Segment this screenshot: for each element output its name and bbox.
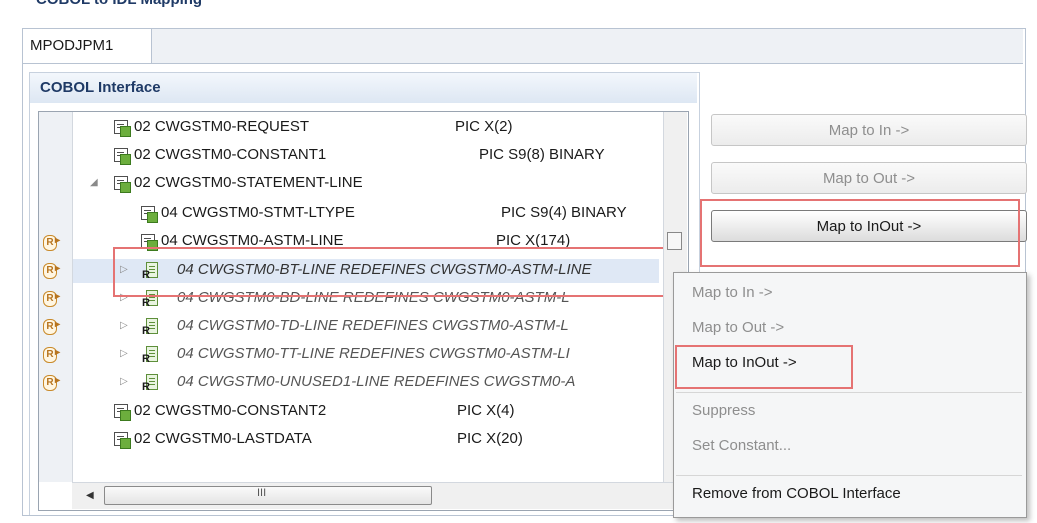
redefines-icon: R bbox=[142, 346, 158, 365]
group-icon bbox=[112, 174, 131, 193]
field-icon bbox=[112, 146, 131, 165]
menu-item-remove-from-cobol-interface[interactable]: Remove from COBOL Interface bbox=[692, 485, 901, 502]
highlight-box-selected-row bbox=[113, 247, 668, 297]
field-icon bbox=[112, 402, 131, 421]
redefine-marker-icon bbox=[42, 375, 60, 391]
tab-mpodjpm1[interactable]: MPODJPM1 bbox=[23, 29, 152, 63]
menu-item-map-to-out[interactable]: Map to Out -> bbox=[692, 319, 784, 336]
field-icon bbox=[112, 118, 131, 137]
tree-row[interactable]: ◢ 02 CWGSTM0-STATEMENT-LINE bbox=[90, 173, 662, 195]
redefine-marker-icon bbox=[42, 347, 60, 363]
editor-header: COBOL to IDL Mapping bbox=[0, 0, 1037, 10]
tab-label: MPODJPM1 bbox=[30, 37, 114, 54]
map-to-in-button[interactable]: Map to In -> bbox=[711, 114, 1027, 146]
collapse-arrow-icon[interactable]: ◢ bbox=[90, 177, 98, 188]
menu-separator bbox=[676, 392, 1022, 393]
tab-bar bbox=[23, 29, 1023, 64]
redefines-icon: R bbox=[142, 318, 158, 337]
field-icon bbox=[139, 204, 158, 223]
tree-row[interactable]: 02 CWGSTM0-LASTDATA PIC X(20) bbox=[112, 429, 662, 451]
tree-row[interactable]: ▷ R 04 CWGSTM0-TT-LINE REDEFINES CWGSTM0… bbox=[120, 344, 673, 366]
redefine-marker-icon bbox=[42, 291, 60, 307]
vertical-scrollbar-thumb[interactable] bbox=[667, 232, 682, 250]
horizontal-scrollbar-thumb[interactable]: III bbox=[104, 486, 432, 505]
tree-row[interactable]: 02 CWGSTM0-CONSTANT2 PIC X(4) bbox=[112, 401, 662, 423]
redefine-marker-icon bbox=[42, 319, 60, 335]
expand-arrow-icon[interactable]: ▷ bbox=[120, 320, 128, 331]
menu-item-map-to-in[interactable]: Map to In -> bbox=[692, 284, 772, 301]
menu-item-set-constant[interactable]: Set Constant... bbox=[692, 437, 791, 454]
highlight-box-menu-inout bbox=[675, 345, 853, 389]
tree-row[interactable]: 02 CWGSTM0-REQUEST PIC X(2) bbox=[112, 117, 662, 139]
tree-row[interactable]: ▷ R 04 CWGSTM0-UNUSED1-LINE REDEFINES CW… bbox=[120, 372, 673, 394]
scroll-grip: III bbox=[257, 487, 267, 499]
section-title: COBOL Interface bbox=[40, 79, 161, 96]
field-icon bbox=[112, 430, 131, 449]
menu-separator bbox=[676, 475, 1022, 476]
tree-row[interactable]: ▷ R 04 CWGSTM0-TD-LINE REDEFINES CWGSTM0… bbox=[120, 316, 673, 338]
highlight-box-inout-button bbox=[700, 199, 1020, 267]
cobol-tree[interactable] bbox=[38, 111, 689, 511]
menu-item-suppress[interactable]: Suppress bbox=[692, 402, 755, 419]
expand-arrow-icon[interactable]: ▷ bbox=[120, 348, 128, 359]
scroll-left-arrow-icon[interactable]: ◀ bbox=[86, 490, 94, 501]
editor-title: COBOL to IDL Mapping bbox=[36, 0, 202, 8]
redefines-icon: R bbox=[142, 374, 158, 393]
tree-row[interactable]: 02 CWGSTM0-CONSTANT1 PIC S9(8) BINARY bbox=[112, 145, 662, 167]
redefine-marker-icon bbox=[42, 235, 60, 251]
context-menu bbox=[673, 272, 1027, 518]
tree-row[interactable]: 04 CWGSTM0-STMT-LTYPE PIC S9(4) BINARY bbox=[139, 203, 662, 225]
section-header[interactable]: COBOL Interface bbox=[30, 73, 697, 103]
redefine-marker-icon bbox=[42, 263, 60, 279]
map-to-out-button[interactable]: Map to Out -> bbox=[711, 162, 1027, 194]
expand-arrow-icon[interactable]: ▷ bbox=[120, 376, 128, 387]
